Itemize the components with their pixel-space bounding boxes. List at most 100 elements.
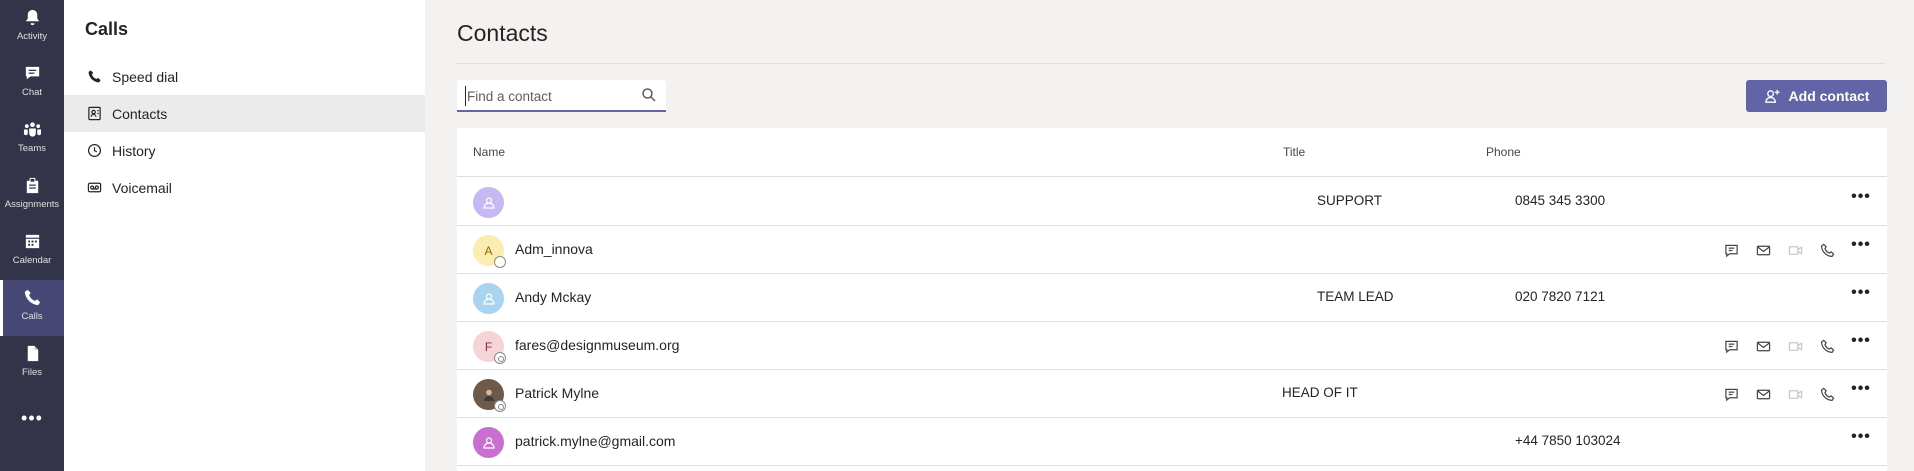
video-icon xyxy=(1785,384,1805,404)
table-row[interactable]: Andy Mckay TEAM LEAD 020 7820 7121 ••• xyxy=(457,274,1887,322)
nav-item-speed-dial[interactable]: Speed dial xyxy=(64,58,425,95)
contact-phone: 0845 345 3300 xyxy=(1515,193,1606,208)
column-header-title[interactable]: Title xyxy=(1283,145,1305,159)
table-row[interactable]: Patrick Mylne HEAD OF IT ••• xyxy=(457,370,1887,418)
more-options-button[interactable]: ••• xyxy=(1849,381,1873,402)
video-icon xyxy=(1785,240,1805,260)
contacts-table: Name Title Phone SUPPORT 0845 345 3300 •… xyxy=(457,128,1887,471)
add-contact-label: Add contact xyxy=(1788,88,1870,104)
search-input[interactable] xyxy=(465,86,635,106)
nav-item-label: Contacts xyxy=(112,105,168,122)
add-person-icon xyxy=(1764,88,1781,105)
presence-status-icon xyxy=(494,400,506,412)
more-options-button[interactable]: ••• xyxy=(1849,333,1873,354)
calls-panel: Calls Speed dial Contacts History Voicem… xyxy=(64,0,425,471)
nav-item-label: Speed dial xyxy=(112,68,179,85)
rail-item-label: Files xyxy=(21,367,43,378)
contact-name: patrick.mylne@gmail.com xyxy=(515,433,676,449)
avatar-initial: F xyxy=(484,339,493,354)
more-options-button[interactable]: ••• xyxy=(1849,429,1873,450)
page-title: Contacts xyxy=(457,20,548,46)
add-contact-button[interactable]: Add contact xyxy=(1746,80,1887,112)
nav-item-label: History xyxy=(112,142,156,159)
avatar: F xyxy=(473,331,506,364)
mail-icon[interactable] xyxy=(1753,240,1773,260)
table-row[interactable]: A Adm_innova ••• xyxy=(457,226,1887,274)
nav-item-label: Voicemail xyxy=(112,179,172,196)
clock-icon xyxy=(86,143,102,159)
column-header-name[interactable]: Name xyxy=(473,145,505,159)
video-icon xyxy=(1785,336,1805,356)
contact-name: Adm_innova xyxy=(515,241,593,257)
rail-item-label: Calls xyxy=(21,311,43,322)
contact-name: Andy Mckay xyxy=(515,289,592,305)
rail-item-label: Teams xyxy=(18,143,46,154)
rail-item-teams[interactable]: Teams xyxy=(0,112,64,168)
avatar-photo xyxy=(473,379,506,412)
file-icon xyxy=(21,342,43,364)
avatar xyxy=(473,427,504,458)
phone-icon[interactable] xyxy=(1817,384,1837,404)
contact-card-icon xyxy=(86,106,102,122)
more-apps-button[interactable]: ••• xyxy=(0,404,64,432)
teams-icon xyxy=(21,118,43,140)
nav-item-voicemail[interactable]: Voicemail xyxy=(64,169,425,206)
avatar xyxy=(473,187,504,218)
person-icon xyxy=(482,292,495,305)
presence-status-icon xyxy=(494,256,506,268)
bell-icon xyxy=(21,6,43,28)
nav-item-contacts[interactable]: Contacts xyxy=(64,95,425,132)
mail-icon[interactable] xyxy=(1753,336,1773,356)
contact-phone: +44 7850 103024 xyxy=(1515,433,1621,448)
person-icon xyxy=(482,196,495,209)
rail-item-chat[interactable]: Chat xyxy=(0,56,64,112)
app-rail: Activity Chat Teams Assignments Calendar… xyxy=(0,0,64,471)
avatar xyxy=(473,283,504,314)
rail-item-label: Activity xyxy=(16,31,48,42)
avatar-initial: A xyxy=(484,243,493,258)
chat-icon[interactable] xyxy=(1721,240,1741,260)
more-options-button[interactable]: ••• xyxy=(1849,237,1873,258)
search-icon[interactable] xyxy=(641,87,657,103)
rail-item-label: Chat xyxy=(21,87,43,98)
chat-icon[interactable] xyxy=(1721,336,1741,356)
rail-item-label: Assignments xyxy=(4,199,60,210)
mail-icon[interactable] xyxy=(1753,384,1773,404)
divider xyxy=(457,63,1885,64)
phone-icon xyxy=(86,69,102,85)
rail-item-calendar[interactable]: Calendar xyxy=(0,224,64,280)
phone-icon[interactable] xyxy=(1817,240,1837,260)
contact-title: TEAM LEAD xyxy=(1317,289,1394,304)
nav-item-history[interactable]: History xyxy=(64,132,425,169)
phone-icon[interactable] xyxy=(1817,336,1837,356)
rail-item-calls[interactable]: Calls xyxy=(0,280,64,336)
phone-icon xyxy=(21,286,43,308)
contact-name: fares@designmuseum.org xyxy=(515,337,680,353)
more-options-button[interactable]: ••• xyxy=(1849,189,1873,210)
chat-icon[interactable] xyxy=(1721,384,1741,404)
avatar: A xyxy=(473,235,506,268)
assignments-icon xyxy=(21,174,43,196)
person-photo-icon xyxy=(483,389,494,401)
table-row[interactable]: patrick.mylne@gmail.com +44 7850 103024 … xyxy=(457,418,1887,466)
table-row[interactable]: SUPPORT 0845 345 3300 ••• xyxy=(457,178,1887,226)
panel-title: Calls xyxy=(85,19,129,39)
contact-phone: 020 7820 7121 xyxy=(1515,289,1606,304)
rail-item-assignments[interactable]: Assignments xyxy=(0,168,64,224)
more-options-button[interactable]: ••• xyxy=(1849,285,1873,306)
rail-item-activity[interactable]: Activity xyxy=(0,0,64,56)
presence-status-icon xyxy=(494,352,506,364)
contacts-main: Contacts Add contact Name Title Phone SU… xyxy=(425,0,1914,471)
rail-item-label: Calendar xyxy=(12,255,52,266)
contact-title: HEAD OF IT xyxy=(1282,385,1358,400)
contact-title: SUPPORT xyxy=(1317,193,1383,208)
table-header: Name Title Phone xyxy=(457,128,1887,177)
search-box xyxy=(457,80,666,112)
contact-name: Patrick Mylne xyxy=(515,385,600,401)
rail-item-files[interactable]: Files xyxy=(0,336,64,392)
voicemail-icon xyxy=(86,180,102,196)
table-row[interactable]: F fares@designmuseum.org ••• xyxy=(457,322,1887,370)
column-header-phone[interactable]: Phone xyxy=(1486,145,1521,159)
calendar-icon xyxy=(21,230,43,252)
chat-icon xyxy=(21,62,43,84)
